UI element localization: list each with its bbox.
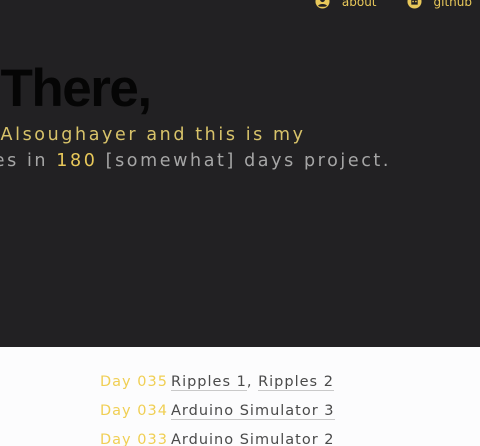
project-links: Arduino Simulator 2 [171, 432, 335, 446]
github-label: github [433, 0, 472, 9]
user-icon [315, 0, 330, 9]
top-nav: about github [315, 0, 472, 9]
about-label: about [341, 0, 377, 9]
intro-line-2: ebsites in 180 [somewhat] days project. [0, 151, 391, 171]
day-label: Day 035 [100, 374, 168, 390]
project-link-arduino-simulator-3[interactable]: Arduino Simulator 3 [171, 403, 335, 420]
intro-line-2-start: ebsites in [0, 151, 49, 171]
project-link-ripples-1[interactable]: Ripples 1 [171, 374, 247, 391]
day-label: Day 033 [100, 432, 168, 446]
page: about github llo There, houg Alsoughayer… [0, 0, 480, 446]
project-links: Arduino Simulator 3 [171, 403, 335, 420]
day-row: Day 035 Ripples 1, Ripples 2 [100, 374, 335, 403]
project-links: Ripples 1, Ripples 2 [171, 374, 334, 391]
day-row: Day 034 Arduino Simulator 3 [100, 403, 335, 432]
intro-line-2-end: [somewhat] days project. [97, 151, 392, 171]
project-link-arduino-simulator-2[interactable]: Arduino Simulator 2 [171, 432, 335, 446]
about-link[interactable]: about [315, 0, 377, 9]
greeting-heading: llo There, [0, 59, 152, 118]
day-list: Day 035 Ripples 1, Ripples 2 Day 034 Ard… [100, 374, 335, 446]
github-icon [406, 0, 422, 9]
intro-line-1: houg Alsoughayer and this is my [0, 125, 306, 145]
day-count: 180 [56, 151, 98, 171]
project-link-ripples-2[interactable]: Ripples 2 [258, 374, 334, 391]
day-label: Day 034 [100, 403, 168, 419]
hero-section: about github llo There, houg Alsoughayer… [0, 0, 480, 347]
separator: , [246, 374, 259, 390]
github-link[interactable]: github [406, 0, 472, 9]
day-row: Day 033 Arduino Simulator 2 [100, 432, 335, 446]
